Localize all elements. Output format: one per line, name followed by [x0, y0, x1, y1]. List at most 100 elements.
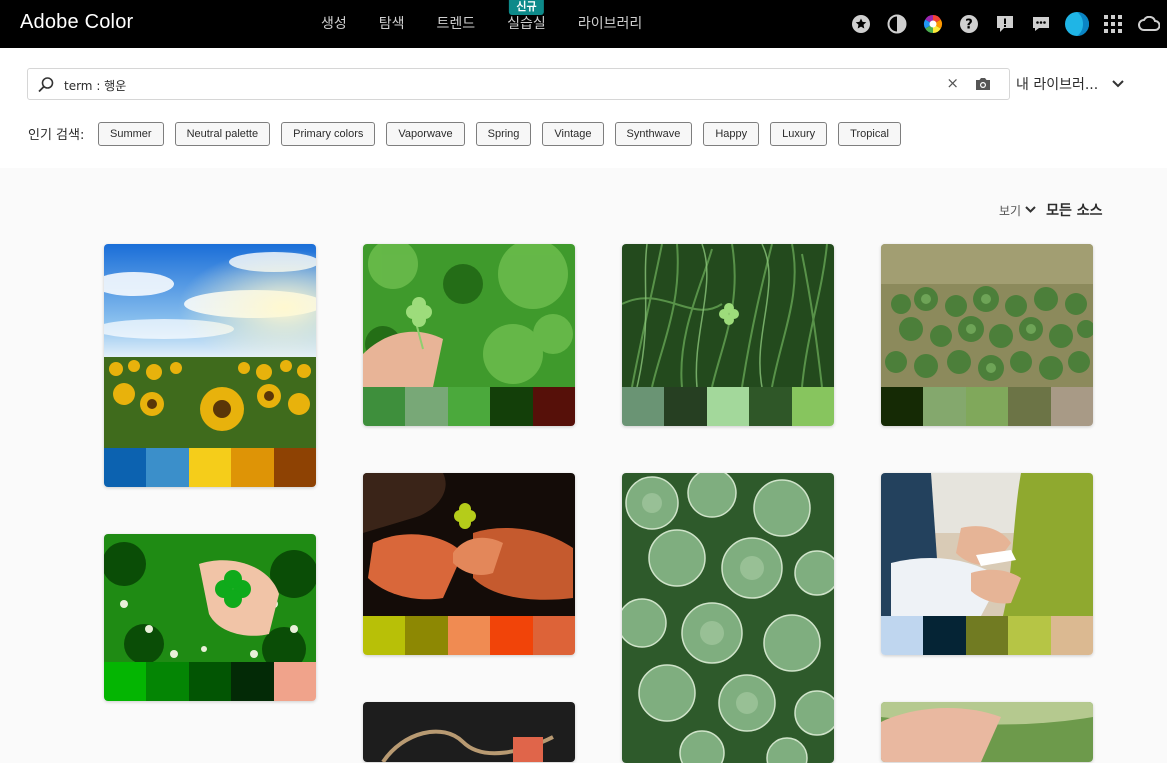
svg-text:?: ?: [965, 18, 973, 33]
library-dropdown[interactable]: 내 라이브러...: [1016, 74, 1124, 94]
color-swatch[interactable]: [363, 616, 406, 655]
feedback-icon[interactable]: [987, 0, 1023, 48]
color-swatch[interactable]: [923, 616, 966, 655]
theme-card[interactable]: [363, 473, 575, 655]
clear-search-button[interactable]: ×: [946, 74, 959, 92]
star-icon[interactable]: [843, 0, 879, 48]
color-palette: [363, 387, 575, 426]
color-palette: [104, 448, 316, 487]
color-swatch[interactable]: [791, 387, 834, 426]
profile-avatar[interactable]: [1059, 0, 1095, 48]
color-swatch[interactable]: [622, 387, 665, 426]
nav-trends[interactable]: 트렌드: [421, 0, 492, 48]
theme-card[interactable]: [622, 244, 834, 426]
color-swatch[interactable]: [188, 662, 232, 701]
source-value: 모든 소스: [1046, 203, 1103, 219]
contrast-icon[interactable]: [879, 0, 915, 48]
theme-image: [363, 473, 575, 616]
color-swatch[interactable]: [231, 662, 274, 701]
color-palette: [622, 387, 834, 426]
color-swatch[interactable]: [706, 387, 750, 426]
color-swatch[interactable]: [965, 616, 1009, 655]
theme-image: [881, 702, 1093, 762]
theme-card[interactable]: [363, 244, 575, 426]
color-swatch[interactable]: [104, 448, 147, 487]
top-icons: ?: [843, 0, 1167, 48]
creative-cloud-icon[interactable]: [1131, 0, 1167, 48]
color-swatch[interactable]: [749, 387, 792, 426]
tag-tropical[interactable]: Tropical: [838, 122, 901, 146]
theme-image: [363, 702, 575, 762]
color-swatch[interactable]: [405, 616, 448, 655]
theme-image: [881, 244, 1093, 387]
color-swatch[interactable]: [490, 387, 533, 426]
color-swatch[interactable]: [146, 662, 189, 701]
apps-grid-icon[interactable]: [1095, 0, 1131, 48]
search-term[interactable]: term : 행운: [64, 77, 126, 94]
color-swatch[interactable]: [104, 662, 147, 701]
chat-icon[interactable]: [1023, 0, 1059, 48]
nav-libraries[interactable]: 라이브러리: [562, 0, 658, 48]
theme-image: [104, 534, 316, 662]
color-swatch[interactable]: [881, 387, 924, 426]
tag-primary-colors[interactable]: Primary colors: [281, 122, 376, 146]
color-swatch[interactable]: [273, 448, 316, 487]
chevron-down-icon: [1112, 80, 1124, 88]
tag-synthwave[interactable]: Synthwave: [614, 122, 693, 146]
color-palette: [881, 387, 1093, 426]
color-swatch[interactable]: [881, 616, 924, 655]
chevron-down-icon: [1025, 206, 1036, 213]
new-badge: 신규: [509, 0, 544, 15]
color-palette: [881, 616, 1093, 655]
theme-card[interactable]: [881, 702, 1093, 762]
nav-create[interactable]: 생성: [305, 0, 363, 48]
color-swatch[interactable]: [363, 387, 406, 426]
color-swatch[interactable]: [1050, 616, 1093, 655]
top-navigation-bar: Adobe Color 생성 탐색 트렌드 신규 실습실 라이브러리 ?: [0, 0, 1167, 48]
source-filter[interactable]: 보기 모든 소스: [999, 200, 1103, 220]
search-input[interactable]: term : 행운 ×: [27, 68, 1010, 100]
color-swatch[interactable]: [1050, 387, 1093, 426]
theme-image: [622, 244, 834, 387]
theme-image: [881, 473, 1093, 616]
tag-neutral-palette[interactable]: Neutral palette: [174, 122, 271, 146]
color-swatch[interactable]: [447, 387, 491, 426]
color-swatch[interactable]: [923, 387, 966, 426]
theme-image: [363, 244, 575, 387]
color-swatch[interactable]: [532, 387, 575, 426]
color-swatch[interactable]: [1008, 616, 1051, 655]
color-swatch[interactable]: [490, 616, 533, 655]
theme-card[interactable]: [363, 702, 575, 762]
theme-image: [104, 244, 316, 448]
color-swatch[interactable]: [447, 616, 491, 655]
tag-happy[interactable]: Happy: [703, 122, 760, 146]
color-swatch[interactable]: [405, 387, 448, 426]
color-swatch[interactable]: [965, 387, 1009, 426]
nav-labs[interactable]: 신규 실습실: [491, 0, 562, 48]
popular-searches-label: 인기 검색:: [28, 128, 85, 143]
color-swatch[interactable]: [1008, 387, 1051, 426]
tag-vintage[interactable]: Vintage: [542, 122, 604, 146]
color-swatch[interactable]: [231, 448, 274, 487]
tag-summer[interactable]: Summer: [98, 122, 164, 146]
tag-vaporwave[interactable]: Vaporwave: [386, 122, 465, 146]
color-swatch[interactable]: [188, 448, 232, 487]
theme-card[interactable]: [881, 473, 1093, 655]
theme-card[interactable]: [104, 534, 316, 701]
theme-card[interactable]: [622, 473, 834, 763]
color-wheel-icon[interactable]: [915, 0, 951, 48]
camera-icon[interactable]: [974, 76, 992, 92]
color-swatch[interactable]: [664, 387, 707, 426]
theme-card[interactable]: [104, 244, 316, 487]
color-swatch[interactable]: [532, 616, 575, 655]
brand-logo[interactable]: Adobe Color: [20, 11, 133, 34]
view-label: 보기: [999, 203, 1022, 218]
color-swatch[interactable]: [146, 448, 189, 487]
nav-explore[interactable]: 탐색: [363, 0, 421, 48]
tag-spring[interactable]: Spring: [475, 122, 532, 146]
theme-card[interactable]: [881, 244, 1093, 426]
help-icon[interactable]: ?: [951, 0, 987, 48]
color-palette: [363, 616, 575, 655]
tag-luxury[interactable]: Luxury: [770, 122, 828, 146]
color-swatch[interactable]: [273, 662, 316, 701]
